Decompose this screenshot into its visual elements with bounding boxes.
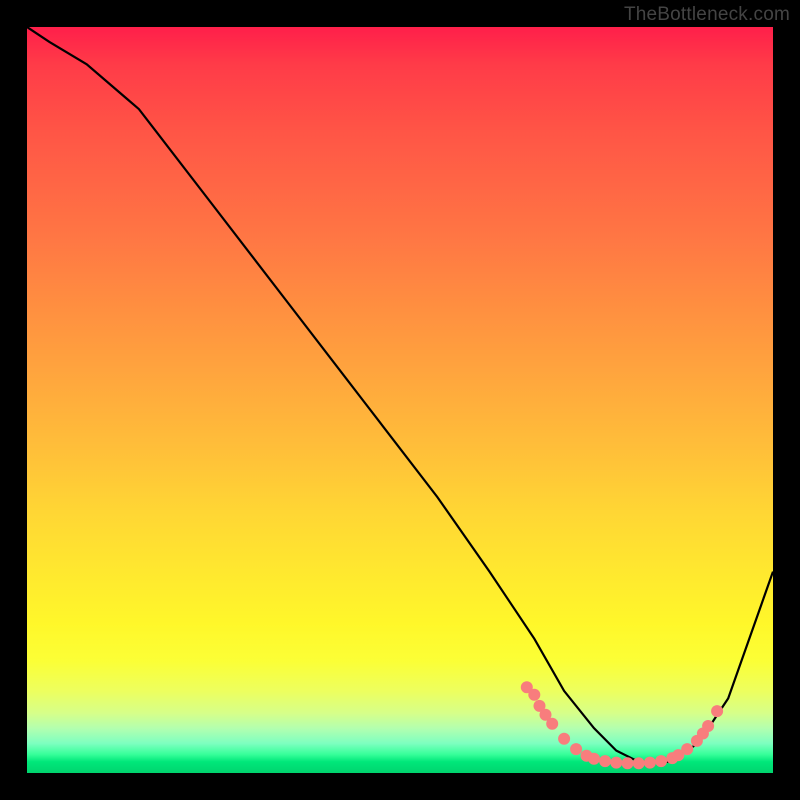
highlight-dots: [27, 27, 773, 773]
bottleneck-curve: [27, 27, 773, 773]
chart-frame: TheBottleneck.com: [0, 0, 800, 800]
plot-area: [27, 27, 773, 773]
attribution-text: TheBottleneck.com: [624, 4, 790, 26]
